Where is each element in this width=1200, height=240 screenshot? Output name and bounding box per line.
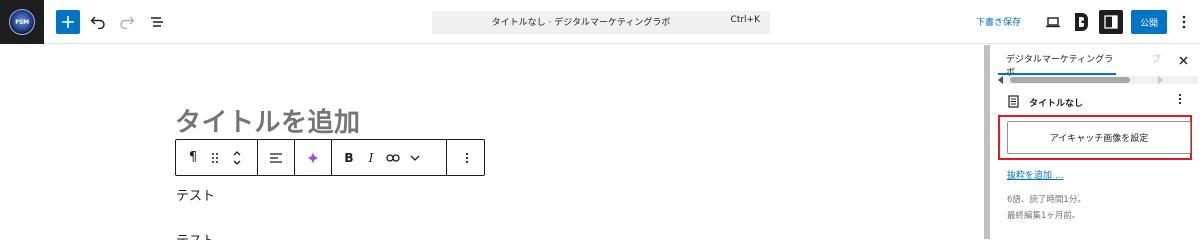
close-sidebar-button[interactable] [1174, 51, 1192, 69]
add-excerpt-link[interactable]: 抜粋を追加 ... [1007, 168, 1063, 181]
command-palette-button[interactable]: タイトルなし · デジタルマーケティングラボ Ctrl+K [432, 11, 770, 34]
paragraph-block[interactable]: テスト [176, 185, 215, 204]
align-left-icon[interactable] [265, 147, 287, 169]
scroll-thumb[interactable] [1010, 77, 1130, 83]
sidebar-tabs: デジタルマーケティングラボ ブ [990, 45, 1200, 78]
scroll-right-arrow[interactable] [1158, 76, 1163, 84]
post-title-input[interactable]: タイトルを追加 [175, 102, 361, 139]
format-group: B I [338, 140, 426, 175]
drag-handle-icon[interactable] [204, 147, 226, 169]
ai-sparkle-icon[interactable] [302, 147, 324, 169]
plugin-d-icon[interactable] [1074, 12, 1090, 32]
options-button[interactable] [1172, 10, 1196, 34]
more-vertical-icon [1178, 93, 1182, 105]
list-view-button[interactable] [145, 10, 169, 34]
undo-icon [90, 16, 105, 29]
align-group [265, 140, 287, 175]
editor-header: FSM タイトルなし · デジタルマーケティングラボ Ctrl+K 下書き保存 … [0, 0, 1200, 44]
list-view-icon [151, 17, 163, 27]
more-vertical-icon [1182, 15, 1186, 29]
tab-post[interactable]: デジタルマーケティングラボ [994, 45, 1116, 78]
chevron-down-icon[interactable] [404, 147, 426, 169]
preview-button[interactable] [1041, 10, 1065, 34]
tabs-horizontal-scrollbar[interactable] [998, 76, 1198, 84]
sidebar-toggle-icon [1104, 15, 1118, 29]
settings-sidebar: デジタルマーケティングラボ ブ タイトルなし アイキャッチ画像を設定 抜粋を追加… [990, 45, 1200, 239]
word-count-text: 6語、読了時間1分。 [1007, 195, 1086, 205]
move-up-down-icon[interactable] [226, 147, 248, 169]
scroll-left-arrow[interactable] [998, 76, 1003, 84]
more-vertical-icon[interactable] [456, 147, 478, 169]
add-block-button[interactable] [56, 10, 80, 34]
last-edited-text: 最終編集1ヶ月前。 [1007, 211, 1081, 221]
redo-icon [120, 16, 135, 29]
paragraph-block[interactable]: テスト [176, 230, 215, 240]
settings-toggle-button[interactable] [1099, 10, 1123, 34]
set-featured-image-button[interactable]: アイキャッチ画像を設定 [1007, 121, 1191, 154]
block-switcher-group: ¶ [182, 140, 248, 175]
link-icon[interactable] [382, 147, 404, 169]
redo-button[interactable] [115, 10, 139, 34]
publish-button[interactable]: 公開 [1131, 10, 1167, 34]
laptop-icon [1046, 17, 1060, 28]
editor-canvas: タイトルを追加 ¶ B I テスト [0, 45, 984, 240]
document-title: タイトルなし [1029, 99, 1084, 109]
undo-button[interactable] [86, 10, 110, 34]
save-draft-button[interactable]: 下書き保存 [976, 15, 1021, 28]
block-options-group [456, 140, 478, 175]
bold-icon[interactable]: B [338, 147, 360, 169]
plus-icon [62, 16, 74, 28]
document-icon [1008, 95, 1019, 108]
document-card: タイトルなし [1008, 93, 1196, 109]
ai-group [302, 140, 324, 175]
document-actions-button[interactable] [1178, 93, 1182, 108]
site-logo-icon: FSM [9, 9, 35, 35]
block-toolbar: ¶ B I [175, 139, 485, 176]
shortcut-label: Ctrl+K [730, 15, 760, 25]
paragraph-icon[interactable]: ¶ [182, 147, 204, 169]
site-logo-text: FSM [15, 18, 29, 26]
document-title-label: タイトルなし · デジタルマーケティングラボ [491, 18, 671, 28]
close-icon [1179, 56, 1187, 64]
site-logo-button[interactable]: FSM [0, 0, 44, 44]
tab-block[interactable]: ブ [1152, 52, 1161, 65]
italic-icon[interactable]: I [360, 147, 382, 169]
